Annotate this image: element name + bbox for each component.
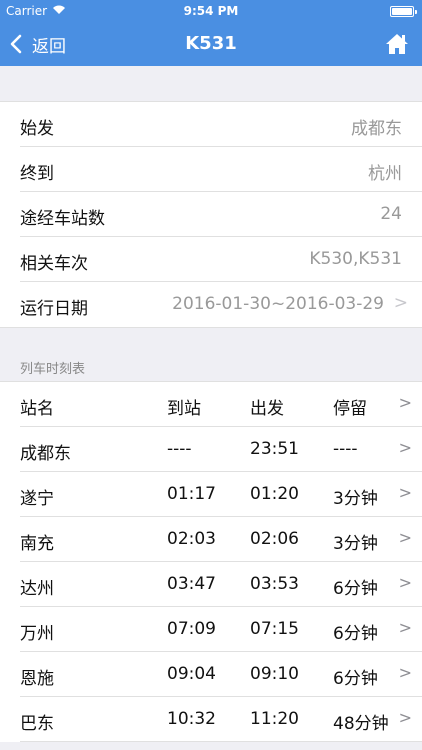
- stop-count-label: 途经车站数: [20, 209, 105, 229]
- stop-count-value: 24: [380, 204, 402, 224]
- timetable-row[interactable]: 万州 07:09 07:15 6分钟 >: [20, 607, 422, 652]
- related-trains-row: 相关车次 K530,K531: [20, 237, 422, 282]
- run-dates-value: 2016-01-30~2016-03-29: [172, 294, 384, 314]
- timetable-section-title: 列车时刻表: [20, 362, 86, 377]
- station-name: 恩施: [20, 669, 54, 689]
- arrive-time: 10:32: [167, 709, 216, 729]
- depart-time: 09:10: [250, 664, 299, 684]
- chevron-right-icon: >: [398, 393, 412, 412]
- related-trains-value: K530,K531: [309, 249, 402, 269]
- depart-time: 01:20: [250, 484, 299, 504]
- depart-time: 02:06: [250, 529, 299, 549]
- header-arrive: 到站: [167, 399, 201, 419]
- train-info-group: 始发 成都东 终到 杭州 途经车站数 24 相关车次 K530,K531 运行日…: [0, 101, 422, 328]
- stay-duration: 6分钟: [333, 624, 378, 644]
- arrive-time: 09:04: [167, 664, 216, 684]
- stay-duration: 48分钟: [333, 714, 389, 734]
- stay-duration: 3分钟: [333, 489, 378, 509]
- terminal-label: 终到: [20, 164, 54, 184]
- chevron-right-icon: >: [393, 293, 408, 313]
- chevron-right-icon: >: [398, 483, 412, 502]
- station-name: 遂宁: [20, 489, 54, 509]
- timetable-row[interactable]: 南充 02:03 02:06 3分钟 >: [20, 517, 422, 562]
- origin-label: 始发: [20, 119, 54, 139]
- stay-duration: 6分钟: [333, 669, 378, 689]
- timetable-row[interactable]: 恩施 09:04 09:10 6分钟 >: [20, 652, 422, 697]
- run-dates-row[interactable]: 运行日期 2016-01-30~2016-03-29 >: [20, 282, 422, 327]
- arrive-time: 03:47: [167, 574, 216, 594]
- chevron-right-icon: >: [398, 663, 412, 682]
- chevron-right-icon: >: [398, 708, 412, 727]
- arrive-time: 07:09: [167, 619, 216, 639]
- depart-time: 07:15: [250, 619, 299, 639]
- home-icon[interactable]: [384, 31, 410, 57]
- stay-duration: ----: [333, 439, 358, 459]
- stay-duration: 6分钟: [333, 579, 378, 599]
- status-bar: Carrier 9:54 PM: [0, 0, 422, 22]
- arrive-time: 02:03: [167, 529, 216, 549]
- origin-value: 成都东: [351, 119, 402, 139]
- station-name: 巴东: [20, 714, 54, 734]
- stay-duration: 3分钟: [333, 534, 378, 554]
- depart-time: 23:51: [250, 439, 299, 459]
- timetable-header[interactable]: 站名 到站 出发 停留 >: [20, 382, 422, 427]
- terminal-row: 终到 杭州: [20, 147, 422, 192]
- run-dates-label: 运行日期: [20, 299, 88, 319]
- timetable-group: 站名 到站 出发 停留 > 成都东 ---- 23:51 ---- > 遂宁 0…: [0, 381, 422, 742]
- navigation-bar: 返回 K531: [0, 22, 422, 66]
- battery-icon: [390, 6, 417, 17]
- depart-time: 11:20: [250, 709, 299, 729]
- depart-time: 03:53: [250, 574, 299, 594]
- chevron-right-icon: >: [398, 573, 412, 592]
- origin-row: 始发 成都东: [20, 102, 422, 147]
- chevron-right-icon: >: [398, 618, 412, 637]
- timetable-row[interactable]: 成都东 ---- 23:51 ---- >: [20, 427, 422, 472]
- station-name: 达州: [20, 579, 54, 599]
- station-name: 万州: [20, 624, 54, 644]
- terminal-value: 杭州: [368, 164, 402, 184]
- chevron-right-icon: >: [398, 438, 412, 457]
- timetable-row[interactable]: 遂宁 01:17 01:20 3分钟 >: [20, 472, 422, 517]
- station-name: 成都东: [20, 444, 71, 464]
- chevron-right-icon: >: [398, 528, 412, 547]
- arrive-time: 01:17: [167, 484, 216, 504]
- page-title: K531: [185, 33, 237, 54]
- timetable-row[interactable]: 巴东 10:32 11:20 48分钟 >: [20, 697, 422, 742]
- status-time: 9:54 PM: [183, 4, 239, 18]
- header-station: 站名: [20, 399, 54, 419]
- related-trains-label: 相关车次: [20, 254, 88, 274]
- header-depart: 出发: [250, 399, 284, 419]
- stop-count-row: 途经车站数 24: [20, 192, 422, 237]
- header-stay: 停留: [333, 399, 367, 419]
- arrive-time: ----: [167, 439, 192, 459]
- timetable-row[interactable]: 达州 03:47 03:53 6分钟 >: [20, 562, 422, 607]
- station-name: 南充: [20, 534, 54, 554]
